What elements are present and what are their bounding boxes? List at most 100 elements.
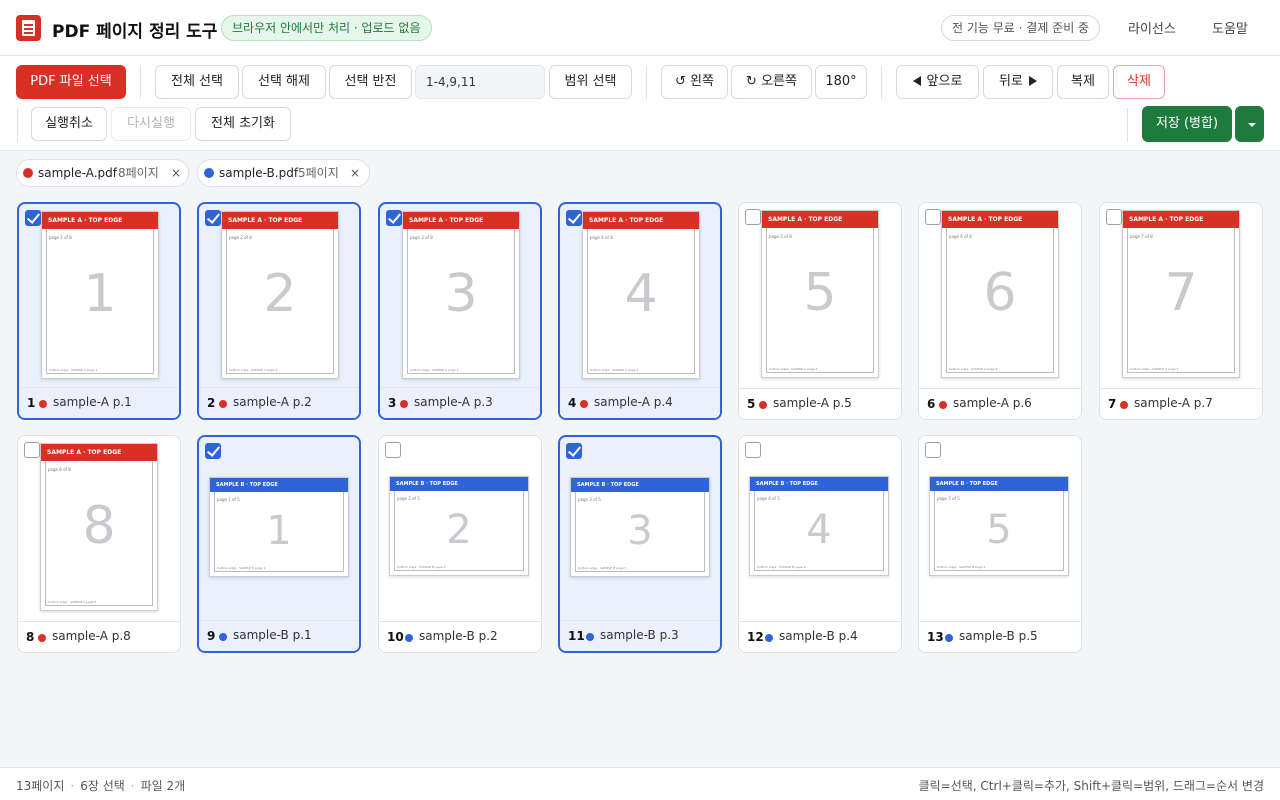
file-chip-a[interactable]: sample-A.pdf 8페이지 × — [16, 159, 189, 187]
checkbox-checked-icon[interactable] — [386, 210, 402, 226]
page-card[interactable]: SAMPLE A · TOP EDGE page 1 of 8 1 bottom ed… — [17, 202, 181, 420]
thumbnail-footer: bottom edge · SAMPLE A page 7 — [1130, 367, 1179, 371]
checkbox-checked-icon[interactable] — [25, 210, 41, 226]
select-all-button[interactable]: 전체 선택 — [155, 65, 239, 99]
thumbnail-big-number: 3 — [444, 264, 478, 324]
page-label-bar: 3 sample-A p.3 — [380, 387, 540, 418]
checkbox-icon[interactable] — [745, 442, 761, 458]
checkbox-icon[interactable] — [925, 442, 941, 458]
page-order-number: 3 — [388, 396, 397, 410]
file-color-dot — [39, 400, 47, 408]
page-label-bar: 9 sample-B p.1 — [199, 620, 359, 651]
page-card[interactable]: SAMPLE B · TOP EDGE page 4 of 5 4 bottom ed… — [738, 435, 902, 653]
checkbox-icon[interactable] — [745, 209, 761, 225]
thumbnail-big-number: 2 — [263, 264, 297, 324]
invert-selection-button[interactable]: 선택 반전 — [329, 65, 412, 99]
rotate-180-button[interactable]: 180° — [815, 65, 867, 99]
page-card[interactable]: SAMPLE A · TOP EDGE page 4 of 8 4 bottom ed… — [558, 202, 722, 420]
file-color-dot — [23, 168, 33, 178]
deselect-button[interactable]: 선택 해제 — [242, 65, 326, 99]
thumbnail-top-band: SAMPLE A · TOP EDGE — [1123, 211, 1239, 228]
thumbnail-big-number: 1 — [83, 264, 117, 324]
thumbnail-page-of: page 6 of 8 — [949, 234, 972, 239]
select-pdf-button[interactable]: PDF 파일 선택 — [16, 65, 126, 99]
thumbnail-page-of: page 8 of 8 — [48, 467, 71, 472]
thumbnail-footer: bottom edge · SAMPLE A page 1 — [49, 368, 98, 372]
page-order-number: 1 — [27, 396, 36, 410]
page-card[interactable]: SAMPLE A · TOP EDGE page 8 of 8 8 bottom ed… — [17, 435, 181, 653]
thumbnail-footer: bottom edge · SAMPLE A page 8 — [48, 600, 97, 604]
thumbnail-top-band: SAMPLE B · TOP EDGE — [750, 477, 888, 491]
checkbox-checked-icon[interactable] — [566, 210, 582, 226]
page-thumbnail: SAMPLE A · TOP EDGE page 2 of 8 2 bottom ed… — [221, 211, 339, 379]
page-card[interactable]: SAMPLE A · TOP EDGE page 5 of 8 5 bottom ed… — [738, 202, 902, 420]
file-count: 파일 2개 — [140, 779, 186, 793]
checkbox-checked-icon[interactable] — [205, 443, 221, 459]
redo-button[interactable]: 다시실행 — [111, 107, 191, 141]
page-order-number: 13 — [927, 630, 944, 644]
rotate-left-button[interactable]: ↺ 왼쪽 — [661, 65, 728, 99]
page-card[interactable]: SAMPLE A · TOP EDGE page 3 of 8 3 bottom ed… — [378, 202, 542, 420]
reset-all-button[interactable]: 전체 초기화 — [195, 107, 291, 141]
nav-license-link[interactable]: 라이선스 — [1128, 18, 1176, 37]
page-card[interactable]: SAMPLE B · TOP EDGE page 1 of 5 1 bottom ed… — [197, 435, 361, 653]
checkbox-icon[interactable] — [24, 442, 40, 458]
triangle-right-icon — [1028, 76, 1037, 86]
page-source-label: sample-B p.4 — [779, 629, 858, 643]
close-icon[interactable]: × — [171, 160, 181, 186]
page-thumbnail: SAMPLE A · TOP EDGE page 7 of 8 7 bottom ed… — [1122, 210, 1240, 378]
page-source-label: sample-A p.4 — [594, 395, 673, 409]
page-card[interactable]: SAMPLE A · TOP EDGE page 6 of 8 6 bottom ed… — [918, 202, 1082, 420]
rotate-right-button[interactable]: ↻ 오른쪽 — [731, 65, 812, 99]
thumbnail-big-number: 1 — [266, 508, 292, 554]
page-source-label: sample-A p.3 — [414, 395, 493, 409]
page-source-label: sample-A p.5 — [773, 396, 852, 410]
page-label-bar: 2 sample-A p.2 — [199, 387, 359, 418]
move-back-label: 뒤로 — [999, 74, 1023, 89]
page-card[interactable]: SAMPLE B · TOP EDGE page 3 of 5 3 bottom ed… — [558, 435, 722, 653]
page-order-number: 9 — [207, 629, 216, 643]
file-color-dot — [945, 634, 953, 642]
page-card[interactable]: SAMPLE B · TOP EDGE page 5 of 5 5 bottom ed… — [918, 435, 1082, 653]
thumbnail-top-band: SAMPLE A · TOP EDGE — [583, 212, 699, 229]
thumbnail-big-number: 4 — [624, 264, 658, 324]
page-card[interactable]: SAMPLE A · TOP EDGE page 7 of 8 7 bottom ed… — [1099, 202, 1263, 420]
page-count: 13페이지 — [16, 779, 65, 793]
thumbnail-page-of: page 5 of 8 — [769, 234, 792, 239]
save-options-caret-icon[interactable] — [1235, 106, 1264, 142]
page-label-bar: 7 sample-A p.7 — [1100, 388, 1262, 419]
page-card[interactable]: SAMPLE A · TOP EDGE page 2 of 8 2 bottom ed… — [197, 202, 361, 420]
file-chip-b[interactable]: sample-B.pdf 5페이지 × — [197, 159, 370, 187]
range-select-button[interactable]: 범위 선택 — [549, 65, 632, 99]
checkbox-icon[interactable] — [925, 209, 941, 225]
nav-help-link[interactable]: 도움말 — [1212, 18, 1248, 37]
thumbnail-page-of: page 5 of 5 — [937, 496, 960, 501]
undo-button[interactable]: 실행취소 — [31, 107, 107, 141]
checkbox-icon[interactable] — [1106, 209, 1122, 225]
checkbox-icon[interactable] — [385, 442, 401, 458]
thumbnail-top-band: SAMPLE A · TOP EDGE — [762, 211, 878, 228]
close-icon[interactable]: × — [350, 160, 360, 186]
pdf-logo-icon — [16, 15, 41, 41]
page-thumbnail: SAMPLE B · TOP EDGE page 2 of 5 2 bottom ed… — [389, 476, 529, 576]
file-color-dot — [38, 634, 46, 642]
file-name: sample-A.pdf — [38, 166, 117, 180]
checkbox-checked-icon[interactable] — [566, 443, 582, 459]
checkbox-checked-icon[interactable] — [205, 210, 221, 226]
page-thumbnail: SAMPLE B · TOP EDGE page 1 of 5 1 bottom ed… — [209, 477, 349, 577]
move-forward-button[interactable]: 앞으로 — [896, 65, 979, 99]
page-thumbnail: SAMPLE A · TOP EDGE page 6 of 8 6 bottom ed… — [941, 210, 1059, 378]
save-merge-button[interactable]: 저장 (병합) — [1142, 106, 1232, 142]
page-label-bar: 1 sample-A p.1 — [19, 387, 179, 418]
thumbnail-big-number: 6 — [983, 263, 1017, 323]
range-input[interactable] — [415, 65, 545, 99]
file-color-dot — [765, 634, 773, 642]
page-card[interactable]: SAMPLE B · TOP EDGE page 2 of 5 2 bottom ed… — [378, 435, 542, 653]
thumbnail-page-of: page 3 of 8 — [410, 235, 433, 240]
duplicate-button[interactable]: 복제 — [1057, 65, 1109, 99]
page-order-number: 2 — [207, 396, 216, 410]
thumbnail-top-band: SAMPLE A · TOP EDGE — [942, 211, 1058, 228]
move-back-button[interactable]: 뒤로 — [983, 65, 1053, 99]
delete-button[interactable]: 삭제 — [1113, 65, 1165, 99]
page-thumbnail: SAMPLE B · TOP EDGE page 5 of 5 5 bottom ed… — [929, 476, 1069, 576]
